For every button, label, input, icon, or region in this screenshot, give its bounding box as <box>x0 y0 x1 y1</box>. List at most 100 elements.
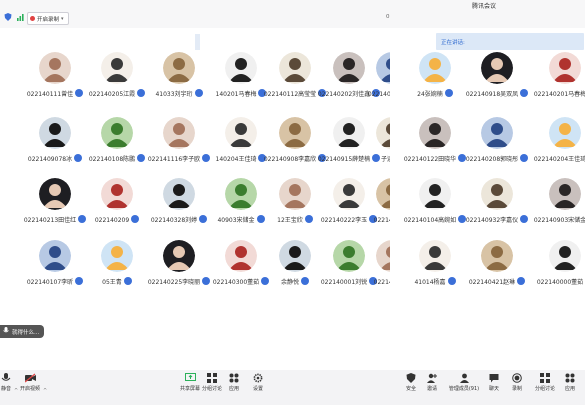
video-gallery-right: 正在讲话: 24张婉楠 022140918吴双凤 022140201马春梅 02214… <box>390 28 585 328</box>
participant-tile[interactable]: 022140213田佳红 <box>20 178 90 238</box>
members-icon <box>459 373 469 383</box>
avatar <box>163 117 195 149</box>
participant-tile[interactable]: 022140918吴双凤 <box>462 52 532 112</box>
avatar <box>549 178 581 210</box>
mic-status-icon <box>194 89 203 97</box>
participant-tile[interactable]: 子涵 <box>357 117 390 177</box>
mic-status-icon <box>520 154 529 162</box>
apps-button[interactable]: 应用 <box>556 373 584 392</box>
add-user-icon <box>427 373 437 383</box>
avatar <box>163 178 195 210</box>
participant-tile[interactable]: 022140204王佳琦 <box>530 117 585 177</box>
participant-tile[interactable]: 022140104高婉如 <box>400 178 470 238</box>
invite-button[interactable]: 邀请 <box>418 373 446 392</box>
participant-name: 41033刘宇珩 <box>144 89 214 98</box>
participant-name-text: 022140213田佳红 <box>23 217 77 224</box>
participant-name-text: 41014杨嘉 <box>414 279 446 286</box>
participant-name-text: 0221402 <box>373 279 390 286</box>
avatar <box>225 117 257 149</box>
meeting-timer: 0 <box>386 14 390 20</box>
participant-tile[interactable]: 0221402 <box>357 178 390 238</box>
participant-name-text: 022140208郭晓彤 <box>465 156 519 163</box>
participant-name: 022140122田晓华 <box>400 154 470 163</box>
participant-name-text: 022140107李昕 <box>26 279 74 286</box>
signal-icon[interactable] <box>17 13 25 21</box>
avatar <box>481 240 513 272</box>
participant-tile[interactable]: 0221409078冰 <box>20 117 90 177</box>
participant-name: 24张婉楠 <box>400 89 470 98</box>
avatar <box>481 117 513 149</box>
participant-tile[interactable]: 022140421赵琳 <box>462 240 532 300</box>
participant-tile[interactable]: 022140122田晓华 <box>400 117 470 177</box>
participant-name-text: 022140328刘婷 <box>150 217 198 224</box>
settings-button[interactable]: 设置 <box>244 373 272 392</box>
participant-tile[interactable]: 05王青 <box>82 240 152 300</box>
participant-tile[interactable]: 022141116李子欧 <box>144 117 214 177</box>
participant-name-text: 022140918吴双凤 <box>465 91 519 98</box>
record-status-pill[interactable]: 开启录制 ▾ <box>27 12 69 25</box>
security-label: 安全 <box>405 386 416 392</box>
breakout-button[interactable]: 分组讨论 <box>531 373 559 392</box>
participant-name-text: 022140300董茹 <box>212 279 260 286</box>
mic-status-icon <box>123 277 132 285</box>
window-title: 腾讯会议 <box>472 3 497 10</box>
participant-name: 022140107李昕 <box>20 277 90 286</box>
participant-name: 022140201马春梅 <box>530 89 585 98</box>
avatar <box>376 240 390 272</box>
camera-icon <box>24 373 36 383</box>
avatar <box>279 240 311 272</box>
participant-tile[interactable]: 022140000董茹 <box>530 240 585 300</box>
participant-tile[interactable]: 41033刘宇珩 <box>144 52 214 112</box>
participant-name-text: 022140205江霞 <box>88 91 136 98</box>
mute-label: 静音 <box>0 386 11 392</box>
participant-tile[interactable]: 022140225李晓丽 <box>144 240 214 300</box>
mic-status-icon <box>131 215 140 223</box>
avatar <box>549 117 581 149</box>
participant-tile[interactable]: 022140205江霞 <box>82 52 152 112</box>
participant-name-text: 子涵 <box>380 156 390 163</box>
participant-name-text: 0221402 <box>373 217 390 224</box>
avatar <box>549 52 581 84</box>
share-label: 共享屏幕 <box>179 386 200 392</box>
chevron-up-icon[interactable]: ^ <box>43 388 47 394</box>
record-button[interactable]: 录制 <box>503 373 531 392</box>
participant-name: 022140000董茹 <box>530 277 585 286</box>
participant-tile[interactable]: 0221402 <box>357 240 390 300</box>
participant-tile[interactable]: 022140932李嘉仪 <box>462 178 532 238</box>
avatar <box>163 240 195 272</box>
participant-tile[interactable]: 0221409230 <box>357 52 390 112</box>
participant-name-text: 余静悦 <box>280 279 299 286</box>
participant-tile[interactable]: 022140328刘婷 <box>144 178 214 238</box>
participant-name: 022140932李嘉仪 <box>462 215 532 224</box>
participant-tile[interactable]: 022140111曾佳 <box>20 52 90 112</box>
participant-tile[interactable]: 022140903宋储金 <box>530 178 585 238</box>
chevron-down-icon: ▾ <box>61 15 64 22</box>
participant-name-text: 0221409230 <box>367 91 390 98</box>
avatar <box>39 178 71 210</box>
participant-name: 022140205江霞 <box>82 89 152 98</box>
manage-members-button[interactable]: 管理成员(91) <box>444 373 484 392</box>
participant-tile[interactable]: 022140107李昕 <box>20 240 90 300</box>
speaker-strip <box>195 34 200 50</box>
participant-tile[interactable]: 41014杨嘉 <box>400 240 470 300</box>
participant-name: 022140903宋储金 <box>530 215 585 224</box>
video-button[interactable]: 开启视频 <box>16 373 44 392</box>
participant-tile[interactable]: 24张婉楠 <box>400 52 470 112</box>
shield-icon[interactable] <box>4 13 12 21</box>
participant-name-text: 022140000董茹 <box>536 279 584 286</box>
chat-icon <box>489 374 499 383</box>
participant-tile[interactable]: 022140209 <box>82 178 152 238</box>
floating-notice[interactable]: 就得什么... <box>0 325 45 338</box>
bottom-toolbar: 静音 ^ 开启视频 ^ 共享屏幕 分组讨论 应用 设置 安全 邀请 管理成员(9… <box>0 370 585 405</box>
participant-tile[interactable]: 022140208郭晓彤 <box>462 117 532 177</box>
mic-status-icon <box>304 215 313 223</box>
participant-name-text: 022140201马春梅 <box>533 91 585 98</box>
participant-name: 0221402 <box>357 277 390 286</box>
participant-tile[interactable]: 022140108陈鹏 <box>82 117 152 177</box>
participant-name-text: 022140111曾佳 <box>26 91 74 98</box>
participant-tile[interactable]: 022140201马春梅 <box>530 52 585 112</box>
record-dot-icon <box>30 16 35 21</box>
mic-status-icon <box>74 154 83 162</box>
gear-icon <box>253 373 263 383</box>
breakout-label: 分组讨论 <box>534 386 555 392</box>
